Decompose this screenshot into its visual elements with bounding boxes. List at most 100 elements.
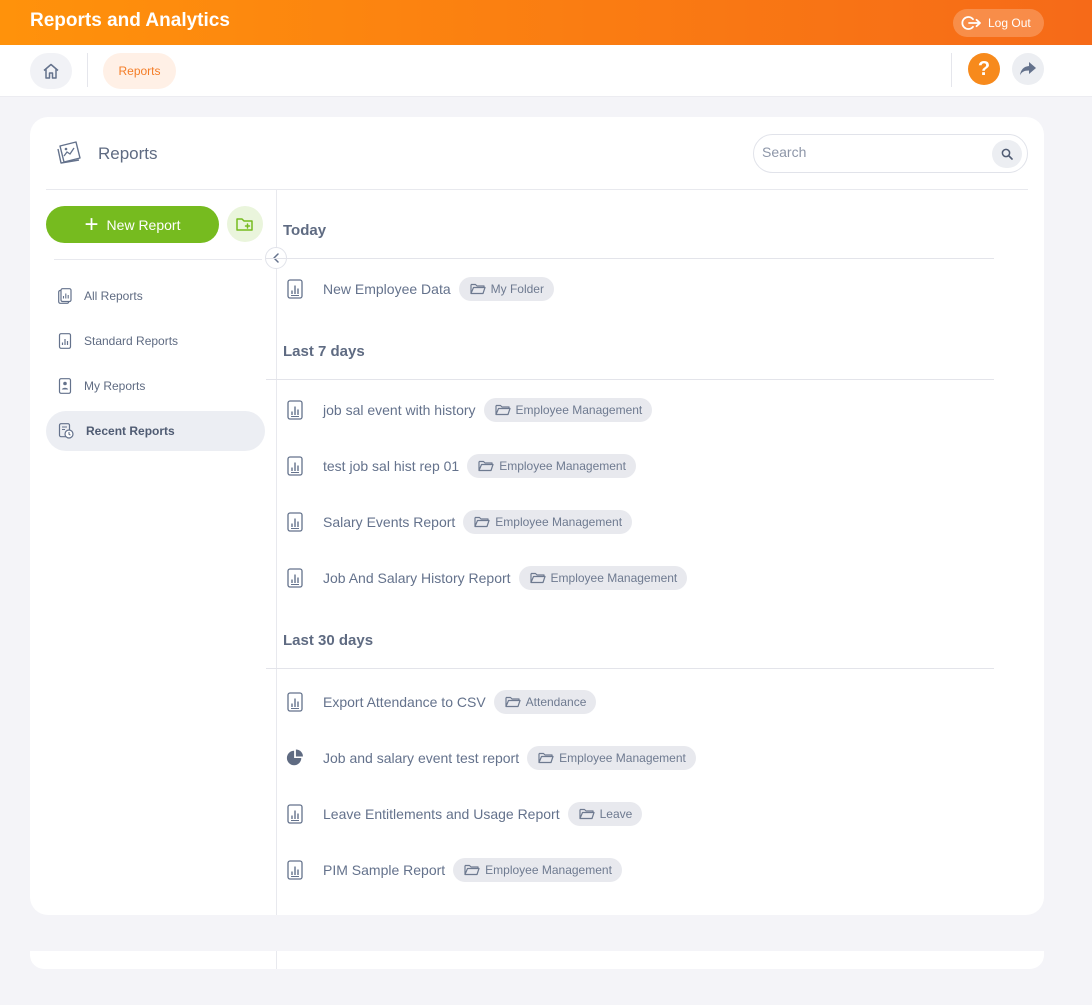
plus-icon: + xyxy=(84,210,99,238)
folder-name: Employee Management xyxy=(499,459,626,473)
report-name[interactable]: New Employee Data xyxy=(323,281,451,297)
folder-icon xyxy=(578,808,600,820)
report-icon xyxy=(286,511,304,533)
report-name[interactable]: PIM Sample Report xyxy=(323,862,445,878)
sidebar-item-recent-reports[interactable]: Recent Reports xyxy=(46,411,265,451)
share-button[interactable] xyxy=(1012,53,1044,85)
sidebar-item-standard-reports[interactable]: Standard Reports xyxy=(46,321,265,361)
logout-button[interactable]: Log Out xyxy=(953,9,1044,37)
folder-name: Attendance xyxy=(525,695,587,709)
sidebar-divider-line xyxy=(54,259,262,260)
sidebar-item-label: Standard Reports xyxy=(84,334,179,348)
help-button[interactable]: ? xyxy=(968,53,1000,85)
reports-analytics-icon xyxy=(57,141,81,164)
report-name[interactable]: Salary Events Report xyxy=(323,514,455,530)
folder-add-icon xyxy=(236,218,253,231)
folder-icon xyxy=(470,283,491,295)
pie-chart-icon xyxy=(286,747,304,769)
folder-name: Leave xyxy=(599,807,633,821)
folder-icon xyxy=(529,572,551,584)
sidebar-item-label: Recent Reports xyxy=(86,424,175,438)
card-title: Reports xyxy=(98,144,158,163)
sidebar-item-my-reports[interactable]: My Reports xyxy=(46,366,265,406)
app-title: Reports and Analytics xyxy=(30,10,230,31)
search-icon xyxy=(1001,148,1013,160)
folder-tag: Attendance xyxy=(493,690,597,714)
report-name[interactable]: Job And Salary History Report xyxy=(323,570,511,586)
folder-name: Employee Management xyxy=(495,515,623,529)
folder-tag: Employee Management xyxy=(527,746,696,770)
recent-reports-icon xyxy=(58,423,74,439)
logout-label: Log Out xyxy=(988,16,1031,30)
top-bar: Reports and Analytics Log Out xyxy=(0,0,1092,45)
report-icon xyxy=(286,859,304,881)
report-icon xyxy=(286,567,304,589)
section-title: Today xyxy=(283,222,327,239)
report-icon xyxy=(286,278,304,300)
report-name[interactable]: Leave Entitlements and Usage Report xyxy=(323,806,560,822)
folder-name: My Folder xyxy=(490,282,544,296)
sidebar-item-all-reports[interactable]: All Reports xyxy=(46,276,265,316)
folder-tag: Leave xyxy=(567,802,643,826)
report-list-item[interactable]: New Employee Data My Folder xyxy=(286,274,554,304)
folder-icon xyxy=(464,864,485,876)
sidebar-item-label: All Reports xyxy=(84,289,143,303)
sidebar-item-label: My Reports xyxy=(84,379,146,393)
divider xyxy=(951,53,952,87)
report-icon xyxy=(286,803,304,825)
card-footer-strip xyxy=(30,951,1044,969)
new-report-button[interactable]: + New Report xyxy=(46,206,219,243)
logout-icon xyxy=(961,16,981,30)
share-icon xyxy=(1020,62,1036,76)
report-list-item[interactable]: Job and salary event test report Employee… xyxy=(286,743,696,773)
section-divider xyxy=(266,668,994,669)
report-name[interactable]: Export Attendance to CSV xyxy=(323,694,486,710)
search-input[interactable] xyxy=(762,144,982,160)
sidebar-divider xyxy=(276,951,277,969)
report-name[interactable]: Job and salary event test report xyxy=(323,750,519,766)
folder-icon xyxy=(505,696,526,708)
folder-tag: Employee Management xyxy=(463,510,633,534)
folder-tag: Employee Management xyxy=(518,566,688,590)
report-list-item[interactable]: Export Attendance to CSV Attendance xyxy=(286,687,597,717)
folder-tag: Employee Management xyxy=(483,398,653,422)
folder-name: Employee Management xyxy=(559,751,686,765)
folder-name: Employee Management xyxy=(515,403,643,417)
sidebar-divider xyxy=(276,189,277,915)
report-list-item[interactable]: job sal event with history Employee Manag… xyxy=(286,395,653,425)
report-list-item[interactable]: PIM Sample Report Employee Management xyxy=(286,855,622,885)
section-divider xyxy=(266,379,994,380)
folder-name: Employee Management xyxy=(550,571,678,585)
divider xyxy=(87,53,88,87)
report-icon xyxy=(286,455,304,477)
search-box xyxy=(753,134,1028,173)
folder-tag: Employee Management xyxy=(467,454,636,478)
report-list-item[interactable]: Leave Entitlements and Usage Report Leave xyxy=(286,799,643,829)
report-icon xyxy=(286,691,304,713)
header-divider xyxy=(46,189,1028,190)
search-button[interactable] xyxy=(992,140,1022,168)
report-icon xyxy=(286,399,304,421)
report-list-item[interactable]: Salary Events Report Employee Management xyxy=(286,507,633,537)
report-list-item[interactable]: Job And Salary History Report Employee Ma… xyxy=(286,563,688,593)
section-title: Last 30 days xyxy=(283,632,374,649)
section-divider xyxy=(266,258,994,259)
folder-tag: My Folder xyxy=(458,277,554,301)
new-folder-button[interactable] xyxy=(227,206,263,242)
question-icon: ? xyxy=(977,57,991,80)
all-reports-icon xyxy=(58,288,72,304)
report-name[interactable]: test job sal hist rep 01 xyxy=(323,458,459,474)
folder-icon xyxy=(494,404,516,416)
report-list-item[interactable]: test job sal hist rep 01 Employee Managem… xyxy=(286,451,636,481)
sub-nav-bar: Reports ? xyxy=(0,45,1092,97)
home-button[interactable] xyxy=(30,53,72,89)
section-title: Last 7 days xyxy=(283,343,365,360)
breadcrumb-reports[interactable]: Reports xyxy=(103,53,176,89)
folder-icon xyxy=(538,752,559,764)
standard-reports-icon xyxy=(58,333,72,349)
folder-icon xyxy=(478,460,499,472)
folder-tag: Employee Management xyxy=(453,858,622,882)
folder-icon xyxy=(474,516,495,528)
folder-name: Employee Management xyxy=(485,863,612,877)
report-name[interactable]: job sal event with history xyxy=(323,402,476,418)
